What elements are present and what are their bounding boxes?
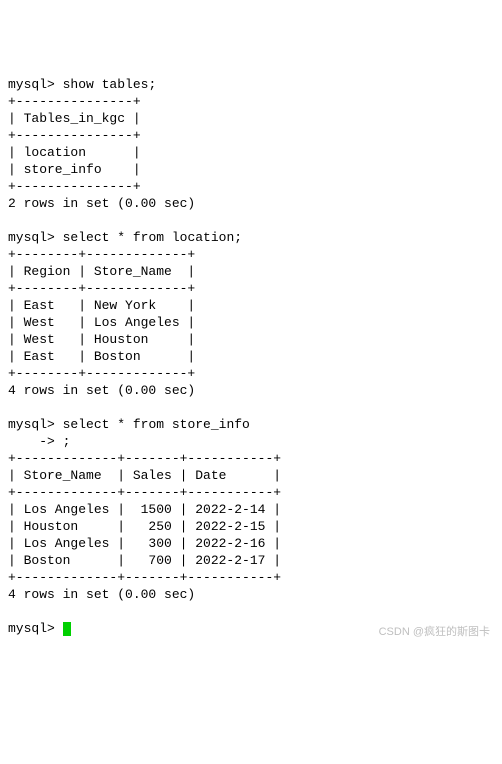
- mysql-prompt: mysql>: [8, 230, 55, 245]
- sql-command-terminator: ;: [63, 434, 71, 449]
- watermark: CSDN @疯狂的斯图卡: [379, 624, 490, 641]
- table-row: | West | Los Angeles |: [8, 315, 195, 330]
- table-border: +--------+-------------+: [8, 281, 195, 296]
- terminal-output: mysql> show tables; +---------------+ | …: [8, 76, 494, 637]
- mysql-prompt: mysql>: [8, 621, 55, 636]
- table-row: | East | Boston |: [8, 349, 195, 364]
- table-header: | Tables_in_kgc |: [8, 111, 141, 126]
- cursor-icon[interactable]: [63, 622, 71, 636]
- table-border: +--------+-------------+: [8, 366, 195, 381]
- table-header: | Store_Name | Sales | Date |: [8, 468, 281, 483]
- table-row: | Houston | 250 | 2022-2-15 |: [8, 519, 281, 534]
- sql-command-show-tables: show tables;: [63, 77, 157, 92]
- table-border: +-------------+-------+-----------+: [8, 485, 281, 500]
- mysql-continuation-prompt: ->: [8, 434, 55, 449]
- table-row: | location |: [8, 145, 141, 160]
- table-border: +---------------+: [8, 128, 141, 143]
- result-footer: 4 rows in set (0.00 sec): [8, 383, 195, 398]
- result-footer: 2 rows in set (0.00 sec): [8, 196, 195, 211]
- table-header: | Region | Store_Name |: [8, 264, 195, 279]
- sql-command-select-location: select * from location;: [63, 230, 242, 245]
- table-border: +---------------+: [8, 94, 141, 109]
- table-row: | East | New York |: [8, 298, 195, 313]
- table-row: | Los Angeles | 300 | 2022-2-16 |: [8, 536, 281, 551]
- table-row: | West | Houston |: [8, 332, 195, 347]
- sql-command-select-store-info: select * from store_info: [63, 417, 250, 432]
- table-border: +-------------+-------+-----------+: [8, 570, 281, 585]
- mysql-prompt: mysql>: [8, 77, 55, 92]
- table-border: +-------------+-------+-----------+: [8, 451, 281, 466]
- table-border: +--------+-------------+: [8, 247, 195, 262]
- table-row: | Los Angeles | 1500 | 2022-2-14 |: [8, 502, 281, 517]
- table-row: | store_info |: [8, 162, 141, 177]
- result-footer: 4 rows in set (0.00 sec): [8, 587, 195, 602]
- mysql-prompt: mysql>: [8, 417, 55, 432]
- table-border: +---------------+: [8, 179, 141, 194]
- table-row: | Boston | 700 | 2022-2-17 |: [8, 553, 281, 568]
